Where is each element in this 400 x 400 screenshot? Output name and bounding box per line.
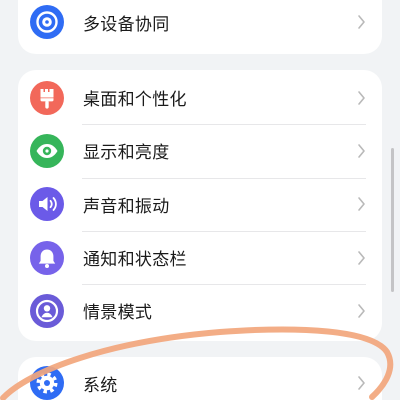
settings-group: 多设备协同 bbox=[18, 0, 382, 54]
settings-group: 系统 bbox=[18, 357, 382, 400]
settings-item-multi-device-collaboration[interactable]: 多设备协同 bbox=[18, 0, 382, 44]
chevron-right-icon bbox=[358, 304, 365, 318]
settings-item-display-brightness[interactable]: 显示和亮度 bbox=[18, 124, 382, 177]
settings-item-label: 情景模式 bbox=[83, 303, 153, 324]
settings-item-sounds-vibration[interactable]: 声音和振动 bbox=[18, 177, 382, 231]
bell-icon bbox=[30, 240, 64, 275]
settings-item-system[interactable]: 系统 bbox=[18, 357, 382, 400]
settings-item-label: 通知和状态栏 bbox=[83, 250, 187, 271]
gear-icon bbox=[30, 366, 64, 400]
chevron-right-icon bbox=[358, 15, 365, 29]
chevron-right-icon bbox=[358, 144, 365, 158]
settings-item-label: 多设备协同 bbox=[83, 14, 170, 35]
person-circle-icon bbox=[30, 293, 64, 328]
settings-item-scene-mode[interactable]: 情景模式 bbox=[18, 284, 382, 337]
speaker-icon bbox=[30, 187, 64, 222]
settings-group: 桌面和个性化 显示和亮度 声音和振动 通知和状态栏 情景模式 bbox=[18, 70, 382, 341]
settings-item-label: 桌面和个性化 bbox=[83, 90, 187, 111]
settings-item-label: 显示和亮度 bbox=[83, 143, 170, 164]
settings-item-label: 声音和振动 bbox=[83, 196, 170, 217]
scrollbar[interactable] bbox=[391, 148, 394, 292]
settings-item-label: 系统 bbox=[83, 375, 118, 396]
settings-item-notifications-status-bar[interactable]: 通知和状态栏 bbox=[18, 230, 382, 284]
paintbrush-icon bbox=[30, 80, 64, 115]
chevron-right-icon bbox=[358, 376, 365, 390]
eye-icon bbox=[30, 133, 64, 168]
settings-item-home-screen-personalization[interactable]: 桌面和个性化 bbox=[18, 71, 382, 124]
multi-device-icon bbox=[30, 5, 64, 39]
chevron-right-icon bbox=[358, 197, 365, 212]
chevron-right-icon bbox=[358, 250, 365, 265]
chevron-right-icon bbox=[358, 90, 365, 105]
